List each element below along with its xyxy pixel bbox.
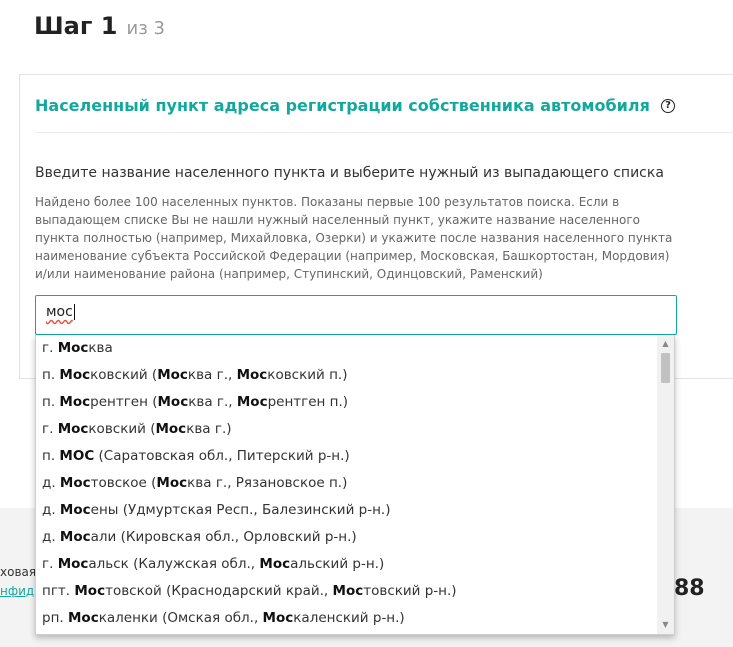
match-highlight: Мос — [332, 583, 364, 599]
suggestion-item[interactable]: п. Московский (Москва г., Московский п.) — [36, 362, 657, 389]
suggestion-text: ковский ( — [88, 421, 156, 437]
suggestion-text: альский р-н.) — [290, 556, 385, 572]
match-highlight: Мос — [59, 367, 91, 383]
match-highlight: Мос — [236, 367, 268, 383]
suggestion-item[interactable]: г. Москва — [36, 335, 657, 362]
match-highlight: Мос — [59, 529, 91, 545]
match-highlight: Мос — [156, 475, 188, 491]
suggestion-text: товский р-н.) — [363, 583, 457, 599]
scroll-down-arrow-icon[interactable]: ▼ — [657, 618, 674, 632]
suggestion-item[interactable]: п. Мосрентген (Москва г., Мосрентген п.) — [36, 389, 657, 416]
suggestion-text: ква г.) — [186, 421, 232, 437]
match-highlight: Мос — [57, 421, 89, 437]
footer-phone-number: 88 — [674, 576, 705, 601]
step-heading: Шаг 1 из 3 — [34, 12, 165, 40]
suggestion-text: рп. — [42, 610, 68, 626]
suggestion-text: товской (Краснодарский край., — [105, 583, 333, 599]
divider — [35, 132, 733, 133]
suggestion-item[interactable]: д. Мосали (Кировская обл., Орловский р-н… — [36, 524, 657, 551]
suggestion-text: ква — [88, 340, 113, 356]
suggestion-text: г. — [42, 340, 58, 356]
match-highlight: Мос — [59, 394, 91, 410]
match-highlight: Мос — [157, 367, 188, 383]
suggestion-text: ковский ( — [90, 367, 158, 383]
suggestion-text: г. — [42, 421, 58, 437]
search-value: мос — [46, 304, 73, 320]
match-highlight: Мос — [67, 610, 99, 626]
suggestion-text: ква г., — [188, 394, 237, 410]
suggestions-dropdown: г. Москва п. Московский (Москва г., Моско… — [35, 335, 675, 635]
match-highlight: Мос — [57, 556, 89, 572]
instruction-text: Введите название населенного пункта и вы… — [35, 165, 664, 181]
match-highlight: Мос — [57, 340, 89, 356]
suggestion-item[interactable]: пгт. Мостовской (Краснодарский край., Мо… — [36, 578, 657, 605]
scrollbar-thumb[interactable] — [661, 353, 670, 383]
suggestion-text: альск (Калужская обл., — [88, 556, 260, 572]
suggestion-item[interactable]: г. Мосальск (Калужская обл., Мосальский … — [36, 551, 657, 578]
footer-line: ховая — [0, 565, 37, 579]
suggestion-text: д. — [42, 502, 60, 518]
suggestion-text: п. — [42, 367, 60, 383]
match-highlight: Мос — [262, 610, 294, 626]
suggestion-item[interactable]: д. Мостовское (Москва г., Рязановское п.… — [36, 470, 657, 497]
suggestion-text: ковский п.) — [267, 367, 348, 383]
suggestion-text: д. — [42, 529, 60, 545]
suggestion-text: али (Кировская обл., Орловский р-н.) — [90, 529, 357, 545]
suggestion-text: рентген п.) — [267, 394, 349, 410]
hint-text: Найдено более 100 населенных пунктов. По… — [35, 195, 673, 281]
suggestion-text: д. — [42, 475, 60, 491]
step-number: Шаг 1 — [34, 12, 118, 40]
suggestion-text: каленки (Омская обл., — [98, 610, 263, 626]
suggestion-text: (Саратовская обл., Питерский р-н.) — [94, 448, 350, 464]
suggestion-item[interactable]: г. Московский (Москва г.) — [36, 416, 657, 443]
match-highlight: МОС — [59, 448, 95, 464]
match-highlight: Мос — [157, 394, 189, 410]
match-highlight: Мос — [74, 583, 106, 599]
card-header: Населенный пункт адреса регистрации собс… — [35, 95, 733, 115]
suggestion-text: п. — [42, 394, 60, 410]
footer-link[interactable]: нфид — [0, 582, 36, 601]
suggestion-text: каленский р-н.) — [293, 610, 405, 626]
help-icon[interactable]: ? — [660, 98, 675, 113]
suggestion-text: рентген ( — [90, 394, 158, 410]
suggestion-text: ква г., Рязановское п.) — [187, 475, 348, 491]
locality-search-input[interactable]: мос — [35, 295, 677, 335]
suggestion-item[interactable]: д. Мосены (Удмуртская Респ., Балезинский… — [36, 497, 657, 524]
suggestion-item[interactable]: п. МОС (Саратовская обл., Питерский р-н.… — [36, 443, 657, 470]
dropdown-scrollbar[interactable]: ▲ ▼ — [657, 335, 674, 634]
match-highlight: Мос — [59, 502, 91, 518]
suggestions-list: г. Москва п. Московский (Москва г., Моско… — [36, 335, 657, 634]
suggestion-text: пгт. — [42, 583, 75, 599]
match-highlight: Мос — [259, 556, 291, 572]
suggestion-text: товское ( — [90, 475, 157, 491]
card-title: Населенный пункт адреса регистрации собс… — [35, 96, 650, 115]
match-highlight: Мос — [236, 394, 268, 410]
suggestion-item[interactable]: рп. Москаленки (Омская обл., Москаленски… — [36, 605, 657, 632]
footer-text: ховая нфид — [0, 563, 36, 601]
match-highlight: Мос — [59, 475, 91, 491]
step-total: из 3 — [126, 18, 165, 39]
suggestion-text: ены (Удмуртская Респ., Балезинский р-н.) — [90, 502, 391, 518]
suggestion-text: г. — [42, 556, 58, 572]
text-caret — [73, 304, 75, 320]
suggestion-text: п. — [42, 448, 60, 464]
scroll-up-arrow-icon[interactable]: ▲ — [657, 337, 674, 351]
suggestion-text: ква г., — [187, 367, 237, 383]
match-highlight: Мос — [155, 421, 187, 437]
